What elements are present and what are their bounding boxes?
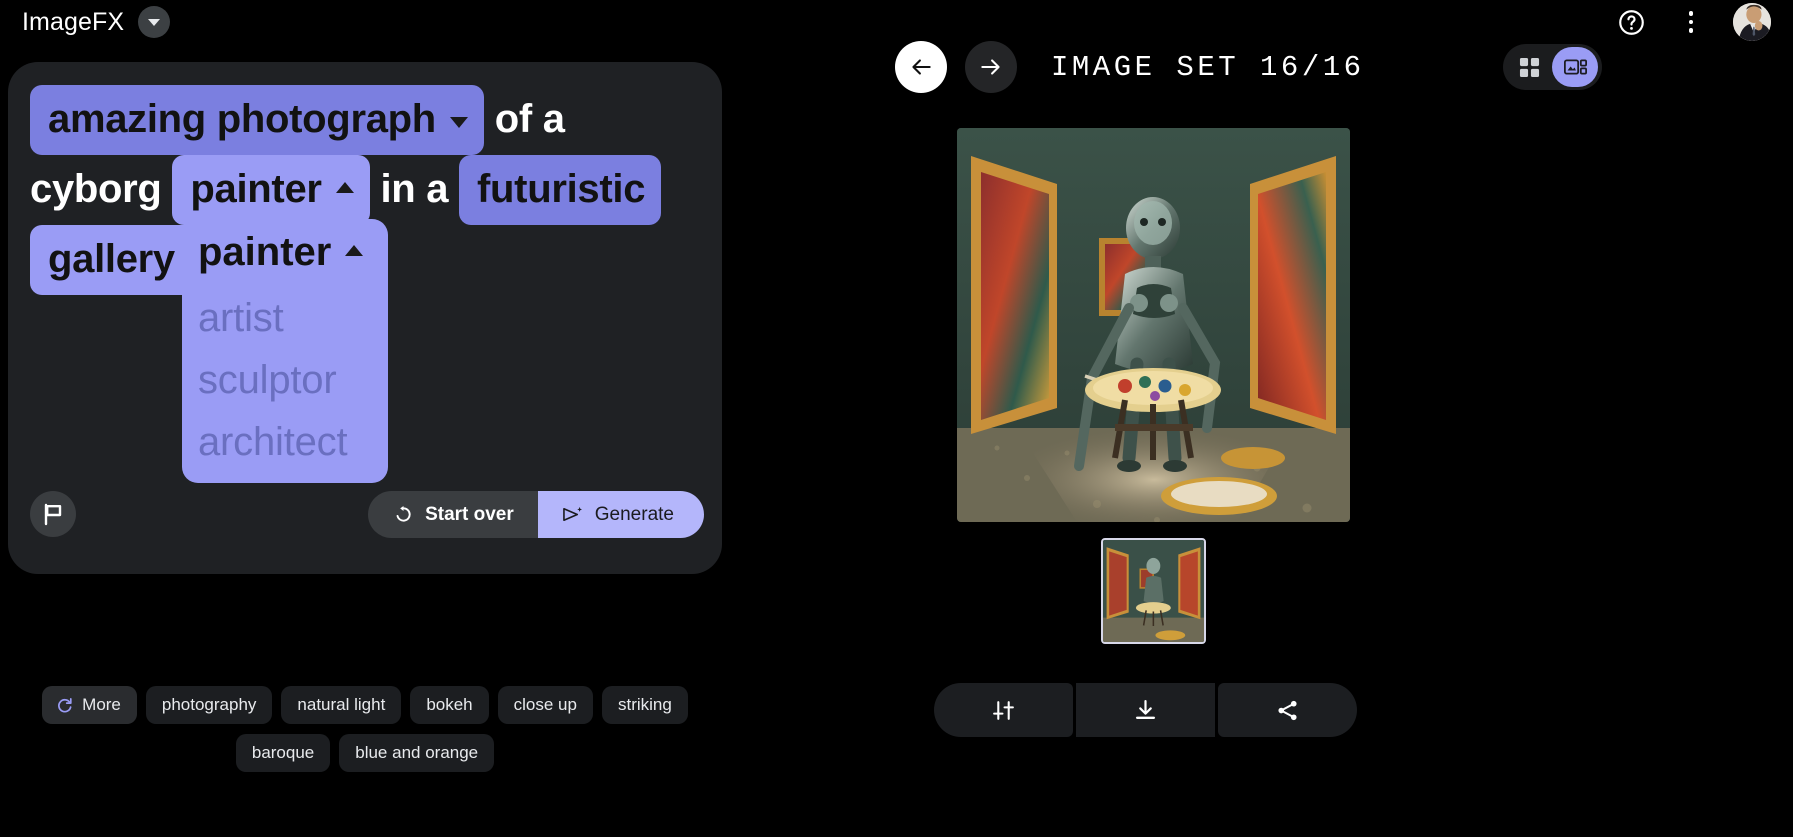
suggestion-chip-photography[interactable]: photography xyxy=(145,686,273,724)
prompt-static-text-1: of a xyxy=(494,97,565,141)
start-over-button[interactable]: Start over xyxy=(368,491,538,538)
suggestion-row-2: baroque blue and orange xyxy=(235,734,495,772)
app-title: ImageFX xyxy=(22,7,125,36)
dropdown-option-sculptor[interactable]: sculptor xyxy=(182,349,388,411)
send-sparkle-icon xyxy=(562,506,582,522)
grid-view-icon xyxy=(1519,57,1539,77)
prompt-panel: amazing photograph of a cyborg painter i… xyxy=(8,62,722,574)
suggestion-chip-close-up[interactable]: close up xyxy=(497,686,593,724)
prompt-chip-label: amazing photograph xyxy=(48,97,436,141)
avatar[interactable] xyxy=(1733,3,1771,41)
refresh-icon xyxy=(58,697,72,713)
suggestion-chip-bokeh[interactable]: bokeh xyxy=(410,686,489,724)
grid-view-button[interactable] xyxy=(1506,47,1552,87)
start-over-label: Start over xyxy=(425,503,514,525)
refresh-icon xyxy=(396,505,411,522)
view-mode-toggle[interactable] xyxy=(1503,44,1602,90)
share-button[interactable] xyxy=(1218,683,1357,737)
arrow-right-icon xyxy=(981,59,1000,75)
chevron-down-icon xyxy=(449,116,468,128)
download-icon xyxy=(1135,699,1156,719)
detail-view-button[interactable] xyxy=(1552,47,1598,87)
next-image-set-button[interactable] xyxy=(965,41,1017,93)
kebab-menu-icon xyxy=(1688,11,1694,33)
generate-label: Generate xyxy=(594,503,674,525)
tune-button[interactable] xyxy=(934,683,1073,737)
suggestion-chip-striking[interactable]: striking xyxy=(601,686,688,724)
chevron-down-icon xyxy=(148,18,161,26)
top-bar: ImageFX xyxy=(0,0,1793,44)
top-bar-actions xyxy=(1613,3,1771,41)
prompt-chip-label: futuristic xyxy=(477,167,646,211)
brand-dropdown-button[interactable] xyxy=(138,6,171,38)
suggestion-chips: More photography natural light bokeh clo… xyxy=(8,686,722,772)
more-label: More xyxy=(82,695,121,714)
prompt-chip-label: painter xyxy=(190,167,322,211)
suggestion-chip-natural-light[interactable]: natural light xyxy=(281,686,402,724)
prompt-chip-style[interactable]: futuristic xyxy=(459,155,662,225)
generated-image xyxy=(957,128,1350,522)
image-action-bar xyxy=(934,683,1357,737)
previous-image-set-button[interactable] xyxy=(895,41,947,93)
image-set-header: IMAGE SET 16/16 xyxy=(895,41,1365,93)
help-circle-icon xyxy=(1618,9,1644,35)
image-thumbnail[interactable] xyxy=(1101,538,1206,644)
prompt-chip-dropdown[interactable]: painter artist sculptor architect xyxy=(182,219,388,483)
suggestion-chip-blue-and-orange[interactable]: blue and orange xyxy=(339,734,495,772)
dropdown-selected-option[interactable]: painter xyxy=(182,219,388,287)
prompt-static-text-3: in a xyxy=(380,167,449,211)
prompt-chip-role[interactable]: painter xyxy=(172,155,370,225)
thumbnail-image xyxy=(1103,540,1204,642)
help-button[interactable] xyxy=(1613,4,1649,40)
hero-image[interactable] xyxy=(957,128,1350,522)
detail-view-icon xyxy=(1563,59,1587,75)
report-button[interactable] xyxy=(30,491,76,537)
more-suggestions-button[interactable]: More xyxy=(42,686,137,724)
flag-icon xyxy=(44,503,62,525)
more-options-button[interactable] xyxy=(1673,4,1709,40)
user-avatar-icon xyxy=(1733,3,1771,41)
download-button[interactable] xyxy=(1076,683,1215,737)
dropdown-selected-label: painter xyxy=(198,230,332,274)
prompt-chip-subject[interactable]: amazing photograph xyxy=(30,85,484,155)
chevron-up-icon xyxy=(345,244,364,256)
dropdown-option-architect[interactable]: architect xyxy=(182,411,388,473)
prompt-static-text-2: cyborg xyxy=(30,167,162,211)
generate-button[interactable]: Generate xyxy=(537,491,704,538)
suggestion-row-1: More photography natural light bokeh clo… xyxy=(42,686,688,724)
chevron-up-icon xyxy=(335,181,354,193)
arrow-left-icon xyxy=(912,59,931,75)
tune-icon xyxy=(993,700,1014,720)
suggestion-chip-baroque[interactable]: baroque xyxy=(235,734,331,772)
image-set-title: IMAGE SET 16/16 xyxy=(1051,50,1365,84)
prompt-button-group: Start over Generate xyxy=(368,491,704,538)
prompt-chip-label: gallery xyxy=(48,237,175,281)
dropdown-option-artist[interactable]: artist xyxy=(182,287,388,349)
share-icon xyxy=(1278,700,1297,720)
